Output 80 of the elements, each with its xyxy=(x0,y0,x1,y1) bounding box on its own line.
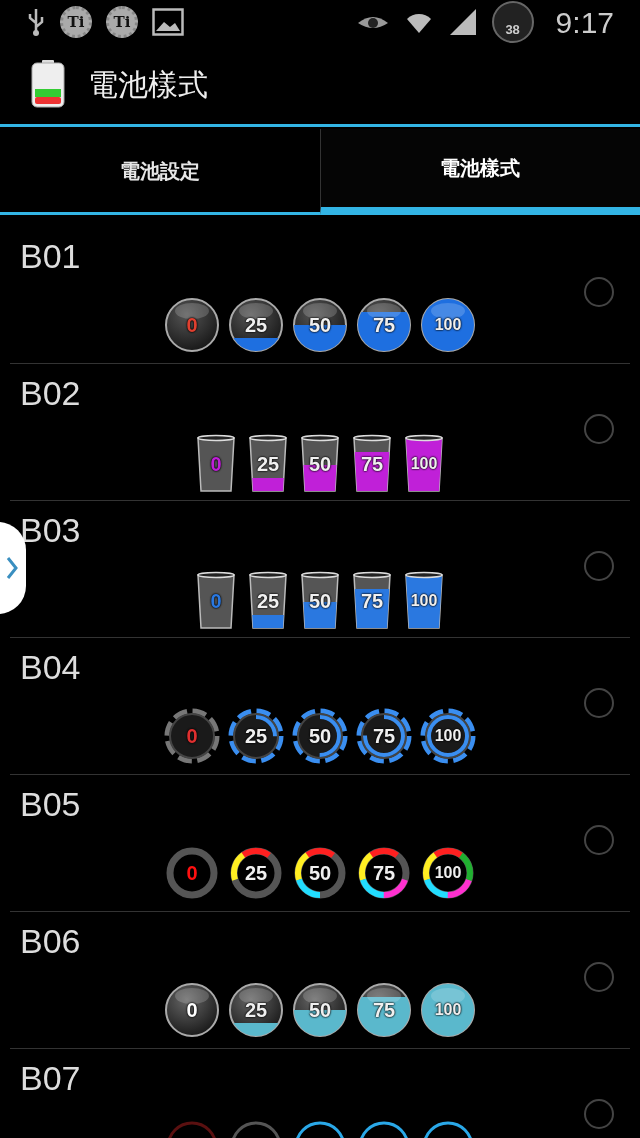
level-label: 100 xyxy=(434,865,462,881)
level-label: 50 xyxy=(308,454,332,474)
battery-bubble-icon xyxy=(292,982,348,1038)
battery-sphere-icon xyxy=(228,297,284,353)
battery-chip-icon xyxy=(164,708,220,764)
battery-ring-icon xyxy=(292,845,348,901)
radio-button[interactable] xyxy=(584,825,614,855)
level-label: 0 xyxy=(210,454,222,474)
battery-app-icon xyxy=(30,59,66,109)
usb-icon xyxy=(26,7,46,37)
clock-time: 9:17 xyxy=(555,4,614,41)
battery-glass-icon xyxy=(350,434,394,494)
level-label: 25 xyxy=(256,454,280,474)
level-label: 0 xyxy=(210,591,222,611)
radio-button[interactable] xyxy=(584,277,614,307)
image-icon xyxy=(152,8,184,36)
style-name: B06 xyxy=(20,924,81,958)
level-label: 25 xyxy=(244,315,268,335)
level-label: 75 xyxy=(372,863,396,883)
style-name: B03 xyxy=(20,513,81,547)
battery-chip-icon xyxy=(228,708,284,764)
battery-glass-icon xyxy=(298,571,342,631)
level-label: 100 xyxy=(410,593,438,609)
battery-sphere-icon xyxy=(356,297,412,353)
battery-ring-icon xyxy=(164,845,220,901)
battery-glass-icon xyxy=(298,434,342,494)
radio-button[interactable] xyxy=(584,414,614,444)
battery-ring-icon xyxy=(356,845,412,901)
battery-glass-icon xyxy=(246,571,290,631)
level-label: 25 xyxy=(244,863,268,883)
style-name: B07 xyxy=(20,1061,81,1095)
battery-chip-icon xyxy=(356,708,412,764)
gear-label: Ti xyxy=(113,11,131,33)
battery-bubble-icon xyxy=(164,982,220,1038)
level-label: 0 xyxy=(186,863,198,883)
battery-glass-icon xyxy=(402,434,446,494)
style-name: B05 xyxy=(20,787,81,821)
level-label: 75 xyxy=(372,315,396,335)
level-label: 75 xyxy=(372,1000,396,1020)
level-label: 75 xyxy=(360,591,384,611)
level-label: 100 xyxy=(410,456,438,472)
level-label: 100 xyxy=(434,1002,462,1018)
level-label: 75 xyxy=(360,454,384,474)
battery-bubble-icon xyxy=(228,982,284,1038)
radio-button[interactable] xyxy=(584,962,614,992)
level-label: 0 xyxy=(186,1000,198,1020)
level-label: 100 xyxy=(434,317,462,333)
level-label: 50 xyxy=(308,726,332,746)
tab[interactable]: 電池樣式 xyxy=(319,129,640,215)
radio-button[interactable] xyxy=(584,1099,614,1129)
radio-button[interactable] xyxy=(584,551,614,581)
battery-glass-icon xyxy=(194,571,238,631)
battery-ring-icon xyxy=(420,845,476,901)
app-title: 電池樣式 xyxy=(88,66,208,103)
temperature-reading: 38 xyxy=(505,20,520,39)
level-label: 25 xyxy=(244,1000,268,1020)
battery-glass-icon xyxy=(402,571,446,631)
battery-sphere-icon xyxy=(292,297,348,353)
level-label: 75 xyxy=(372,726,396,746)
battery-chip-icon xyxy=(420,708,476,764)
battery-ring-icon xyxy=(228,845,284,901)
battery-glass-icon xyxy=(350,571,394,631)
battery-bubble-icon xyxy=(356,982,412,1038)
style-name: B04 xyxy=(20,650,81,684)
level-label: 50 xyxy=(308,591,332,611)
level-label: 50 xyxy=(308,863,332,883)
level-label: 25 xyxy=(256,591,280,611)
battery-chip-icon xyxy=(292,708,348,764)
level-label: 0 xyxy=(186,726,198,746)
battery-sphere-icon xyxy=(164,297,220,353)
battery-glass-icon xyxy=(246,434,290,494)
chevron-right-icon xyxy=(6,556,18,580)
level-label: 100 xyxy=(434,728,462,744)
style-name: B01 xyxy=(20,239,81,273)
level-label: 0 xyxy=(186,315,198,335)
style-name: B02 xyxy=(20,376,81,410)
level-label: 25 xyxy=(244,726,268,746)
radio-button[interactable] xyxy=(584,688,614,718)
battery-glass-icon xyxy=(194,434,238,494)
gear-label: Ti xyxy=(67,11,85,33)
